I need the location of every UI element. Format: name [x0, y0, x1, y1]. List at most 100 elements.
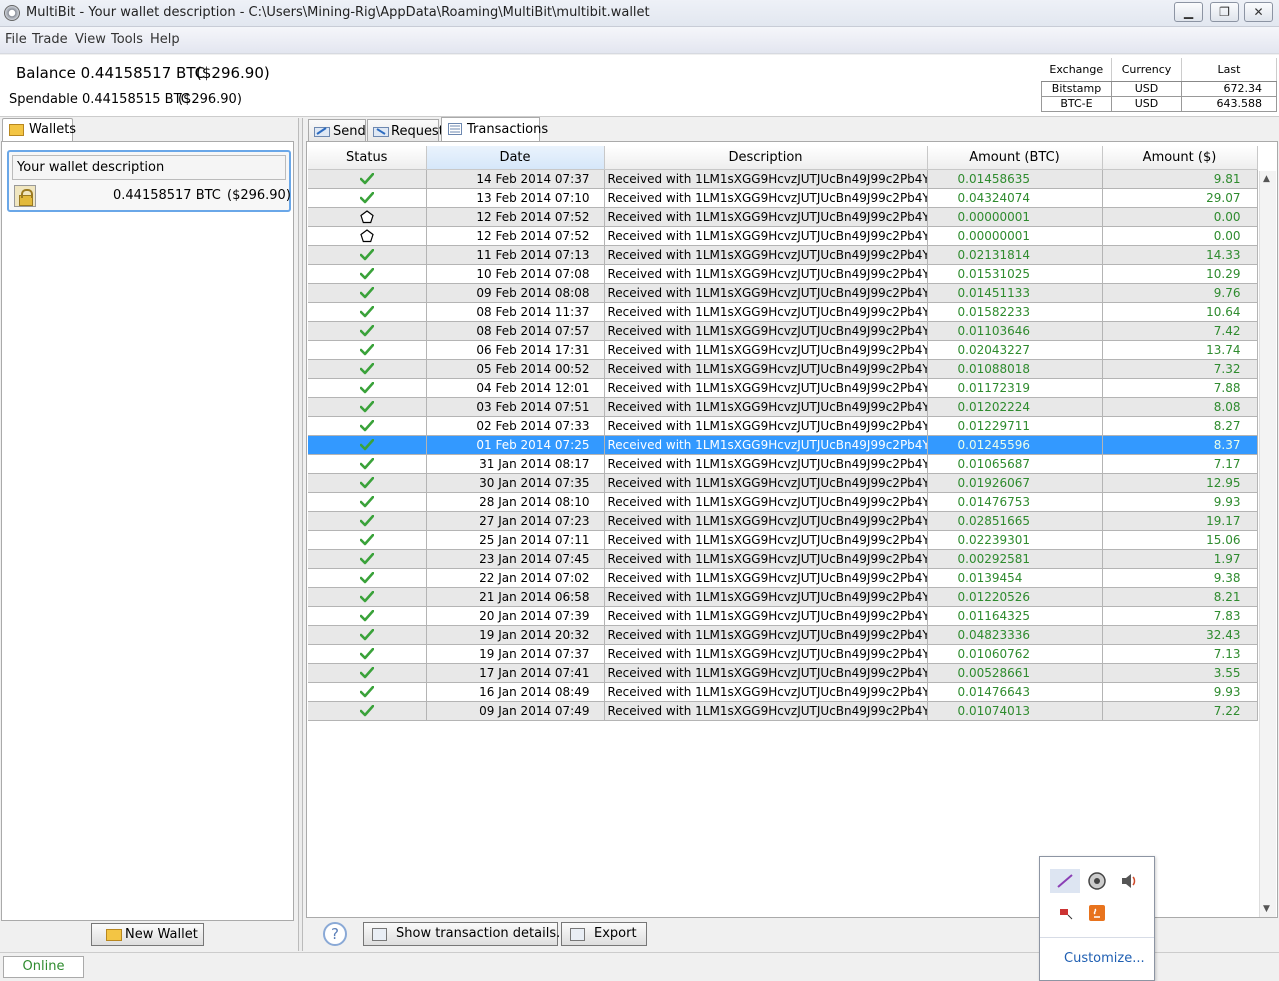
menu-view[interactable]: View: [75, 32, 106, 47]
menu-trade[interactable]: Trade: [32, 32, 68, 47]
speaker-icon[interactable]: [1119, 871, 1139, 891]
date-cell: 12 Feb 2014 07:52: [426, 226, 605, 246]
table-row[interactable]: 19 Jan 2014 07:37 Received with 1LM1sXGG9…: [308, 644, 1258, 664]
status-cell: [308, 568, 427, 588]
table-row[interactable]: 20 Jan 2014 07:39 Received with 1LM1sXGG9…: [308, 606, 1258, 626]
confirmed-check-icon: [359, 667, 374, 679]
table-row[interactable]: 19 Jan 2014 20:32 Received with 1LM1sXGG9…: [308, 625, 1258, 645]
tab-request-label: Request: [391, 124, 444, 139]
amount-usd-column-header[interactable]: Amount ($): [1102, 146, 1258, 170]
table-row[interactable]: 17 Jan 2014 07:41 Received with 1LM1sXGG9…: [308, 663, 1258, 683]
amount-usd-cell: 32.43: [1102, 625, 1258, 645]
maximize-button[interactable]: ❐: [1210, 2, 1239, 22]
status-cell: [308, 606, 427, 626]
confirmed-check-icon: [359, 439, 374, 451]
status-cell: [308, 169, 427, 189]
spendable-label: Spendable: [9, 92, 78, 107]
split-pane-divider[interactable]: [298, 118, 303, 951]
table-row[interactable]: 08 Feb 2014 11:37 Received with 1LM1sXGG9…: [308, 302, 1258, 322]
table-row[interactable]: 10 Feb 2014 07:08 Received with 1LM1sXGG9…: [308, 264, 1258, 284]
customize-link[interactable]: Customize...: [1064, 951, 1145, 966]
date-cell: 03 Feb 2014 07:51: [426, 397, 605, 417]
transactions-icon: [448, 123, 462, 135]
amount-btc-cell: 0.0139454: [927, 568, 1103, 588]
wallet-description-field[interactable]: Your wallet description: [12, 155, 286, 180]
new-wallet-icon: [106, 929, 122, 941]
description-column-header[interactable]: Description: [604, 146, 928, 170]
description-cell: Received with 1LM1sXGG9HcvzJUTJUcBn49J99…: [604, 340, 928, 360]
java-icon[interactable]: [1087, 903, 1107, 923]
amount-btc-cell: 0.01202224: [927, 397, 1103, 417]
table-row[interactable]: 23 Jan 2014 07:45 Received with 1LM1sXGG9…: [308, 549, 1258, 569]
table-row[interactable]: 25 Jan 2014 07:11 Received with 1LM1sXGG9…: [308, 530, 1258, 550]
amount-btc-column-header[interactable]: Amount (BTC): [927, 146, 1103, 170]
table-row[interactable]: 12 Feb 2014 07:52 Received with 1LM1sXGG9…: [308, 207, 1258, 227]
date-cell: 28 Jan 2014 08:10: [426, 492, 605, 512]
description-cell: Received with 1LM1sXGG9HcvzJUTJUcBn49J99…: [604, 169, 928, 189]
table-row[interactable]: 30 Jan 2014 07:35 Received with 1LM1sXGG9…: [308, 473, 1258, 493]
description-cell: Received with 1LM1sXGG9HcvzJUTJUcBn49J99…: [604, 283, 928, 303]
table-row[interactable]: 21 Jan 2014 06:58 Received with 1LM1sXGG9…: [308, 587, 1258, 607]
wallets-panel: Your wallet description 0.44158517 BTC (…: [1, 141, 294, 921]
menu-tools[interactable]: Tools: [111, 32, 143, 47]
description-cell: Received with 1LM1sXGG9HcvzJUTJUcBn49J99…: [604, 682, 928, 702]
table-row[interactable]: 06 Feb 2014 17:31 Received with 1LM1sXGG9…: [308, 340, 1258, 360]
tab-wallets[interactable]: Wallets: [2, 118, 76, 142]
status-cell: [308, 587, 427, 607]
network-icon[interactable]: [1087, 871, 1107, 891]
table-row[interactable]: 22 Jan 2014 07:02 Received with 1LM1sXGG9…: [308, 568, 1258, 588]
table-row[interactable]: 16 Jan 2014 08:49 Received with 1LM1sXGG9…: [308, 682, 1258, 702]
last-cell: 672.34: [1181, 80, 1277, 97]
scroll-down-arrow-icon[interactable]: ▼: [1263, 904, 1270, 914]
table-row[interactable]: 27 Jan 2014 07:23 Received with 1LM1sXGG9…: [308, 511, 1258, 531]
confirmed-check-icon: [359, 591, 374, 603]
table-row[interactable]: 12 Feb 2014 07:52 Received with 1LM1sXGG9…: [308, 226, 1258, 246]
wallet-icon: [9, 124, 24, 136]
date-column-header[interactable]: Date: [426, 146, 605, 170]
amount-usd-cell: 9.93: [1102, 682, 1258, 702]
window-title: MultiBit - Your wallet description - C:\…: [26, 5, 650, 20]
show-transaction-details-button[interactable]: Show transaction details...: [363, 922, 569, 946]
tab-send[interactable]: Send: [308, 119, 366, 142]
balance-label: Balance: [16, 64, 76, 82]
menu-help[interactable]: Help: [150, 32, 180, 47]
export-label: Export: [594, 926, 637, 941]
table-row[interactable]: 28 Jan 2014 08:10 Received with 1LM1sXGG9…: [308, 492, 1258, 512]
table-row[interactable]: 14 Feb 2014 07:37 Received with 1LM1sXGG9…: [308, 169, 1258, 189]
wallet-card[interactable]: Your wallet description 0.44158517 BTC (…: [7, 150, 291, 212]
table-row[interactable]: 13 Feb 2014 07:10 Received with 1LM1sXGG9…: [308, 188, 1258, 208]
new-wallet-button[interactable]: New Wallet: [91, 923, 204, 946]
table-row[interactable]: 01 Feb 2014 07:25 Received with 1LM1sXGG9…: [308, 435, 1258, 455]
amount-btc-cell: 0.00292581: [927, 549, 1103, 569]
export-button[interactable]: Export: [561, 922, 647, 946]
status-column-header[interactable]: Status: [308, 146, 427, 170]
help-button[interactable]: ?: [323, 922, 347, 946]
table-row[interactable]: 09 Feb 2014 08:08 Received with 1LM1sXGG9…: [308, 283, 1258, 303]
amount-btc-cell: 0.02239301: [927, 530, 1103, 550]
currency-cell: USD: [1111, 80, 1182, 97]
table-row[interactable]: 03 Feb 2014 07:51 Received with 1LM1sXGG9…: [308, 397, 1258, 417]
menu-file[interactable]: File: [5, 32, 27, 47]
minimize-button[interactable]: ▁: [1174, 2, 1203, 22]
table-row[interactable]: 08 Feb 2014 07:57 Received with 1LM1sXGG9…: [308, 321, 1258, 341]
table-row[interactable]: 02 Feb 2014 07:33 Received with 1LM1sXGG9…: [308, 416, 1258, 436]
flag-icon[interactable]: [1056, 903, 1076, 923]
export-icon: [570, 928, 585, 941]
exchange-cell: Bitstamp: [1041, 80, 1112, 97]
tab-transactions[interactable]: Transactions: [441, 117, 548, 142]
table-scrollbar[interactable]: ▲ ▼: [1259, 171, 1276, 917]
table-row[interactable]: 09 Jan 2014 07:49 Received with 1LM1sXGG9…: [308, 701, 1258, 721]
status-cell: [308, 188, 427, 208]
table-row[interactable]: 05 Feb 2014 00:52 Received with 1LM1sXGG9…: [308, 359, 1258, 379]
amount-btc-cell: 0.01164325: [927, 606, 1103, 626]
table-row[interactable]: 11 Feb 2014 07:13 Received with 1LM1sXGG9…: [308, 245, 1258, 265]
table-row[interactable]: 04 Feb 2014 12:01 Received with 1LM1sXGG9…: [308, 378, 1258, 398]
close-button[interactable]: ✕: [1244, 2, 1273, 22]
tab-request[interactable]: Request: [367, 119, 444, 142]
last-cell: 643.588: [1181, 95, 1277, 112]
scroll-up-arrow-icon[interactable]: ▲: [1263, 174, 1270, 184]
amount-usd-cell: 8.08: [1102, 397, 1258, 417]
table-row[interactable]: 31 Jan 2014 08:17 Received with 1LM1sXGG9…: [308, 454, 1258, 474]
amount-usd-cell: 9.93: [1102, 492, 1258, 512]
pen-icon[interactable]: [1050, 869, 1080, 893]
